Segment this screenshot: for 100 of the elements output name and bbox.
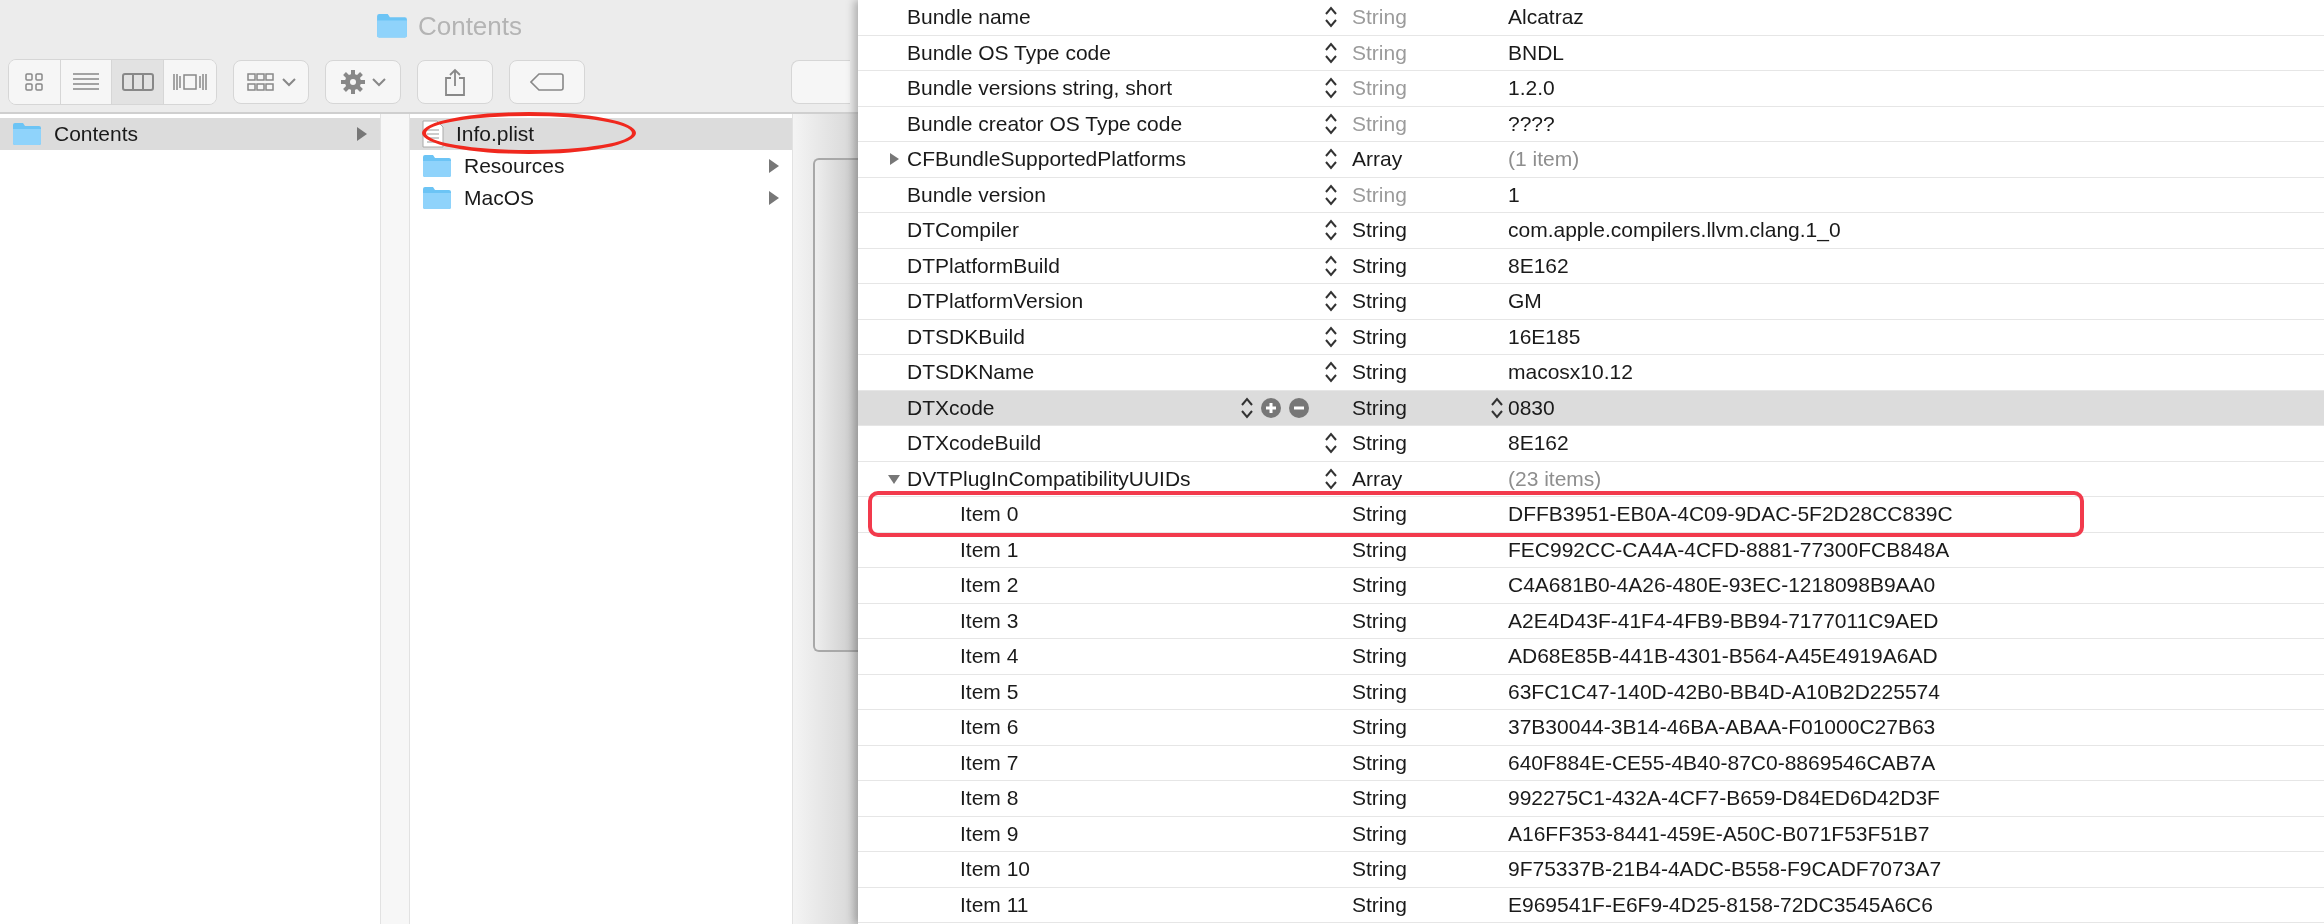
type-text: String xyxy=(1352,608,1407,633)
up-down-chevron-icon[interactable] xyxy=(1324,76,1338,101)
property-row[interactable]: Bundle OS Type code String BNDL xyxy=(858,35,2324,71)
value-text: DFFB3951-EB0A-4C09-9DAC-5F2D28CC839C xyxy=(1508,502,1953,527)
type-text: String xyxy=(1352,786,1407,811)
key-text: CFBundleSupportedPlatforms xyxy=(907,147,1187,172)
property-row[interactable]: CFBundleSupportedPlatforms Array (1 item) xyxy=(858,142,2324,178)
property-row[interactable]: Item 6 String 37B30044-3B14-46BA-ABAA-F01000C27B63 xyxy=(858,710,2324,746)
up-down-chevron-icon[interactable] xyxy=(1324,111,1338,136)
up-down-chevron-icon[interactable] xyxy=(1490,395,1504,420)
folder-icon xyxy=(422,154,452,178)
property-row[interactable]: Item 2 String C4A681B0-4A26-480E-93EC-1218098B9AA0 xyxy=(858,568,2324,604)
property-row[interactable]: DTSDKName String macosx10.12 xyxy=(858,355,2324,391)
up-down-chevron-icon[interactable] xyxy=(1324,431,1338,456)
chevron-right-icon[interactable] xyxy=(356,126,368,142)
key-text: Item 2 xyxy=(960,573,1020,598)
type-text: String xyxy=(1352,892,1407,917)
caret-icon xyxy=(281,77,296,87)
column-view-button[interactable] xyxy=(112,60,165,104)
key-text: Bundle versions string, short xyxy=(907,76,1173,101)
icon-view-button[interactable] xyxy=(9,60,61,104)
property-row[interactable]: DTXcodeBuild String 8E162 xyxy=(858,426,2324,462)
property-row[interactable]: DTCompiler String com.apple.compilers.llvm.clang.1_0 xyxy=(858,213,2324,249)
key-text: Item 5 xyxy=(960,679,1020,704)
list-view-icon xyxy=(72,72,101,92)
type-text: String xyxy=(1352,431,1407,456)
folder-icon xyxy=(12,122,42,146)
key-text: Bundle OS Type code xyxy=(907,40,1112,65)
value-text: A16FF353-8441-459E-A50C-B071F53F51B7 xyxy=(1508,821,1930,846)
property-row[interactable]: DTPlatformVersion String GM xyxy=(858,284,2324,320)
property-row[interactable]: DTPlatformBuild String 8E162 xyxy=(858,248,2324,284)
property-row[interactable]: Bundle version String 1 xyxy=(858,177,2324,213)
up-down-chevron-icon[interactable] xyxy=(1324,40,1338,65)
property-row[interactable]: Item 8 String 992275C1-432A-4CF7-B659-D84ED6D42D3F xyxy=(858,781,2324,817)
property-row[interactable]: Item 0 String DFFB3951-EB0A-4C09-9DAC-5F2D28CC839C xyxy=(858,497,2324,533)
type-text: String xyxy=(1352,253,1407,278)
gear-icon xyxy=(340,69,367,95)
file-row[interactable]: Contents xyxy=(0,118,380,150)
chevron-right-icon[interactable] xyxy=(768,158,780,174)
property-row[interactable]: Bundle creator OS Type code String ???? xyxy=(858,106,2324,142)
plus-icon[interactable] xyxy=(1260,396,1282,419)
value-text: 9F75337B-21B4-4ADC-B558-F9CADF7073A7 xyxy=(1508,857,1942,882)
tag-icon xyxy=(530,73,565,91)
up-down-chevron-icon[interactable] xyxy=(1324,466,1338,491)
property-row[interactable]: Bundle versions string, short String 1.2.0 xyxy=(858,71,2324,107)
up-down-chevron-icon[interactable] xyxy=(1324,360,1338,385)
caret-icon xyxy=(372,77,387,87)
value-text: 992275C1-432A-4CF7-B659-D84ED6D42D3F xyxy=(1508,786,1940,811)
up-down-chevron-icon[interactable] xyxy=(1324,253,1338,278)
share-button[interactable] xyxy=(417,60,494,104)
disclosure-triangle-icon[interactable] xyxy=(887,152,901,167)
key-text: Bundle name xyxy=(907,5,1032,30)
property-row[interactable]: Item 3 String A2E4D43F-41F4-4FB9-BB94-7177011C9AED xyxy=(858,603,2324,639)
up-down-chevron-icon[interactable] xyxy=(1324,218,1338,243)
key-text: DTXcode xyxy=(907,395,996,420)
file-name: Info.plist xyxy=(456,122,536,146)
property-row[interactable]: Item 4 String AD68E85B-441B-4301-B564-A45E4919A6AD xyxy=(858,639,2324,675)
up-down-chevron-icon[interactable] xyxy=(1324,324,1338,349)
key-text: Item 11 xyxy=(960,892,1030,917)
property-row[interactable]: DTSDKBuild String 16E185 xyxy=(858,319,2324,355)
key-text: Item 9 xyxy=(960,821,1020,846)
view-switcher[interactable] xyxy=(8,59,217,105)
minus-icon[interactable] xyxy=(1288,396,1310,419)
value-text: macosx10.12 xyxy=(1508,360,1633,385)
key-text: Bundle creator OS Type code xyxy=(907,111,1184,136)
up-down-chevron-icon[interactable] xyxy=(1240,395,1254,420)
value-text: FEC992CC-CA4A-4CFD-8881-77300FCB848A xyxy=(1508,537,1950,562)
key-text: DTPlatformVersion xyxy=(907,289,1085,314)
up-down-chevron-icon[interactable] xyxy=(1324,182,1338,207)
type-text: String xyxy=(1352,40,1407,65)
file-row[interactable]: Resources xyxy=(410,150,792,182)
icon-view-icon xyxy=(24,72,45,92)
file-name: Resources xyxy=(464,154,566,178)
column-view-icon xyxy=(121,72,154,92)
property-row[interactable]: Item 9 String A16FF353-8441-459E-A50C-B071F53F51B7 xyxy=(858,816,2324,852)
key-text: DTPlatformBuild xyxy=(907,253,1061,278)
key-text: DTXcodeBuild xyxy=(907,431,1043,456)
property-row[interactable]: Item 7 String 640F884E-CE55-4B40-87C0-8869546CAB7A xyxy=(858,745,2324,781)
key-text: DTCompiler xyxy=(907,218,1020,243)
tag-button[interactable] xyxy=(509,60,586,104)
value-text: 63FC1C47-140D-42B0-BB4D-A10B2D225574 xyxy=(1508,679,1940,704)
file-row[interactable]: Info.plist xyxy=(410,118,792,150)
up-down-chevron-icon[interactable] xyxy=(1324,5,1338,30)
property-row[interactable]: DTXcode String 0830 xyxy=(858,390,2324,426)
property-row[interactable]: Bundle name String Alcatraz xyxy=(858,0,2324,36)
type-text: String xyxy=(1352,573,1407,598)
chevron-right-icon[interactable] xyxy=(768,190,780,206)
cover-flow-icon xyxy=(172,71,208,93)
file-row[interactable]: MacOS xyxy=(410,182,792,214)
property-row[interactable]: Item 5 String 63FC1C47-140D-42B0-BB4D-A10B2D225574 xyxy=(858,674,2324,710)
property-row[interactable]: Item 11 String E969541F-E6F9-4D25-8158-72DC3545A6C6 xyxy=(858,887,2324,923)
type-text: String xyxy=(1352,821,1407,846)
action-button[interactable] xyxy=(325,60,402,104)
type-text: String xyxy=(1352,679,1407,704)
value-text: 8E162 xyxy=(1508,253,1569,278)
up-down-chevron-icon[interactable] xyxy=(1324,147,1338,172)
up-down-chevron-icon[interactable] xyxy=(1324,289,1338,314)
type-text: Array xyxy=(1352,466,1403,491)
property-row[interactable]: Item 10 String 9F75337B-21B4-4ADC-B558-F9CADF7073A7 xyxy=(858,852,2324,888)
arrange-button[interactable] xyxy=(232,60,309,104)
